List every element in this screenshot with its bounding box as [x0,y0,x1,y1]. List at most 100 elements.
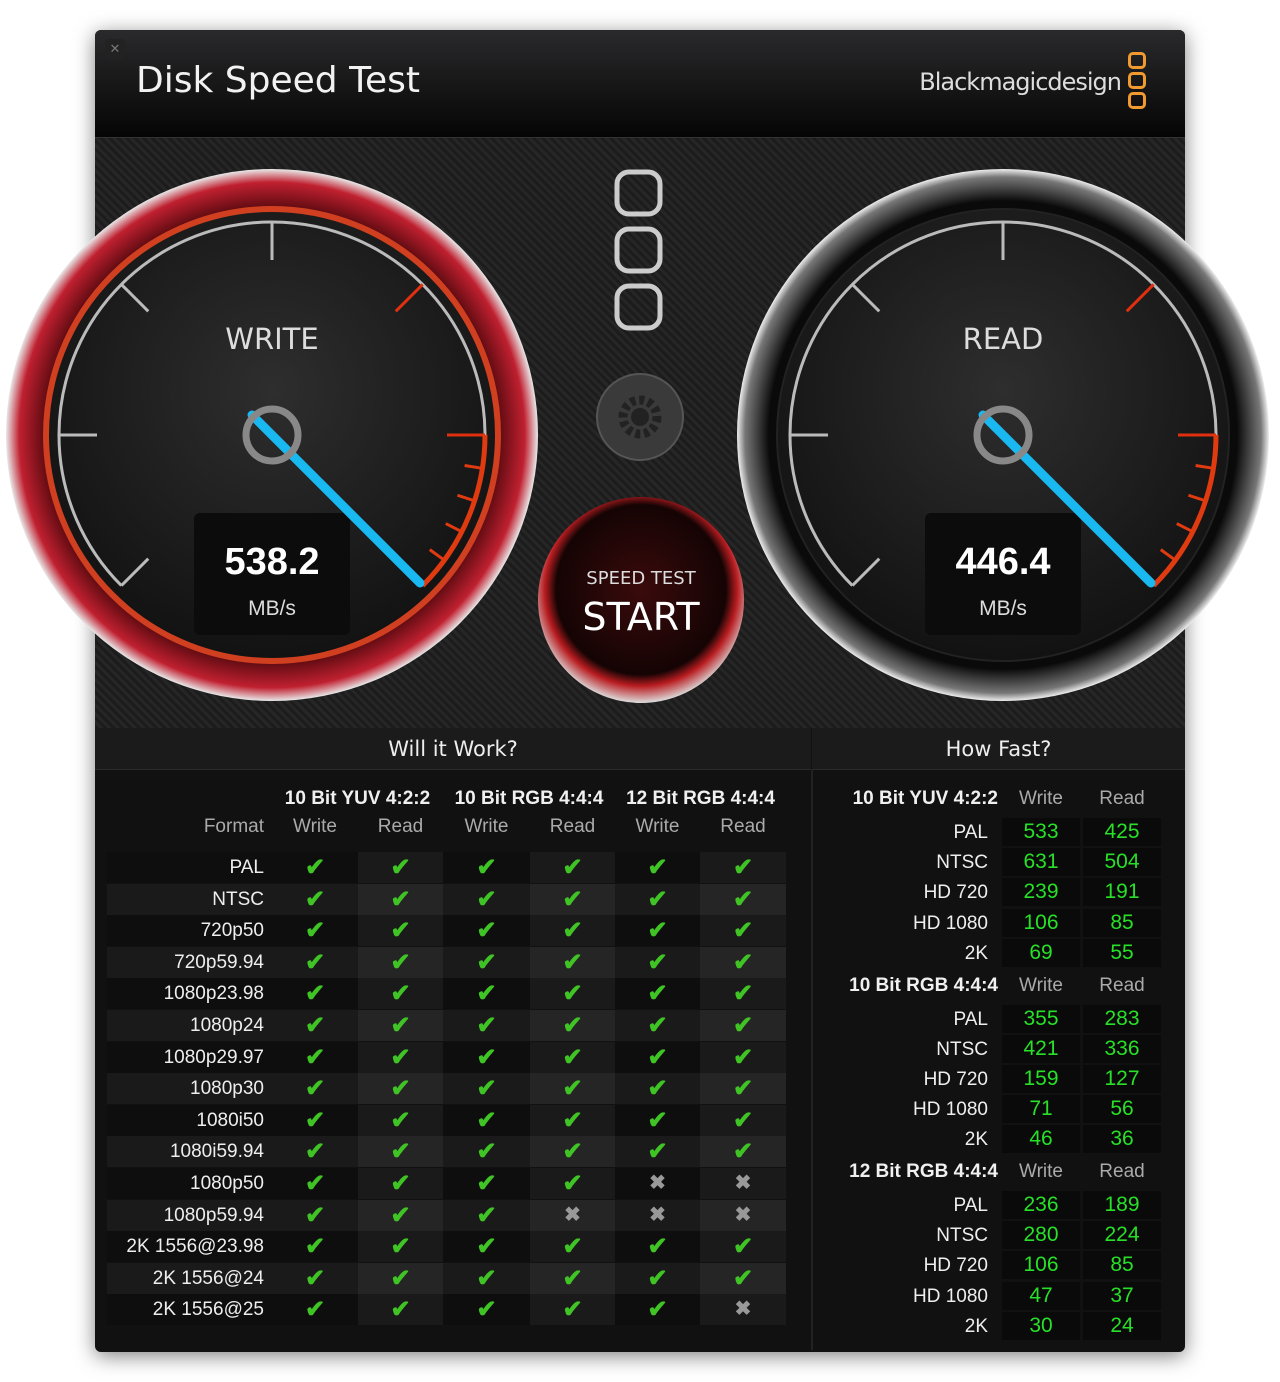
checkmark-icon: ✔ [530,1231,615,1263]
checkmark-icon: ✔ [647,1043,668,1071]
read-fps-value: 36 [1083,1125,1161,1154]
checkmark-icon: ✔ [476,854,497,881]
checkmark-icon: ✔ [476,1170,497,1197]
checkmark-icon: ✔ [647,980,668,1008]
checkmark-icon: ✔ [476,1106,497,1134]
checkmark-icon: ✔ [358,1199,443,1231]
checkmark-icon: ✔ [647,917,668,945]
checkmark-icon: ✔ [304,1201,326,1229]
read-column-header: Read [1099,788,1145,809]
read-fps-value: 425 [1083,818,1161,846]
resolution-label: HD 1080 [913,1285,988,1307]
read-fps-value: 24 [1083,1311,1161,1340]
subcol-header: Write [464,816,509,837]
write-fps-value: 106 [1002,908,1080,937]
read-fps-value: 85 [1083,1251,1161,1280]
checkmark-icon: ✔ [358,1136,443,1168]
checkmark-icon: ✔ [530,1136,615,1168]
checkmark-icon: ✔ [530,1041,615,1073]
read-fps-value: 283 [1083,1004,1161,1033]
format-label: 1080p29.97 [163,1046,264,1068]
format-label: 1080p24 [190,1015,264,1036]
resolution-label: PAL [953,1008,988,1030]
read-column-header: Read [1099,1161,1145,1182]
checkmark-icon: ✔ [647,1233,668,1261]
format-label: 1080i59.94 [169,1141,264,1163]
write-fps-value: 46 [1002,1125,1080,1154]
checkmark-icon: ✔ [647,1264,668,1292]
checkmark-icon: ✔ [304,1233,326,1261]
logo-square [614,283,663,331]
group-header: 10 Bit RGB 4:4:4 [454,788,604,809]
checkmark-icon: ✔ [700,1073,786,1105]
checkmark-icon: ✔ [304,948,326,976]
checkmark-icon: ✔ [358,1041,443,1073]
checkmark-icon: ✔ [304,1264,326,1292]
write-column-header: Write [1019,1161,1063,1182]
checkmark-icon: ✔ [700,915,786,947]
read-fps-value: 55 [1083,938,1161,967]
checkmark-icon: ✔ [530,1010,615,1041]
start-button-label[interactable]: START [560,595,722,639]
checkmark-icon: ✔ [530,852,615,883]
checkmark-icon: ✔ [476,1043,497,1071]
checkmark-icon: ✔ [700,883,786,915]
checkmark-icon: ✔ [358,1262,443,1294]
checkmark-icon: ✔ [304,1138,326,1166]
group-header: 12 Bit RGB 4:4:4 [626,788,775,809]
write-fps-value: 631 [1002,848,1080,877]
read-fps-value: 189 [1083,1191,1161,1219]
checkmark-icon: ✔ [530,1073,615,1105]
resolution-label: HD 1080 [913,912,988,934]
format-header: Format [203,816,264,837]
read-label: READ [962,322,1044,356]
read-fps-value: 504 [1083,848,1161,877]
format-label: 1080p50 [190,1173,264,1194]
checkmark-icon: ✔ [647,1012,668,1039]
subcol-header: Write [635,816,680,837]
checkmark-icon: ✔ [647,1075,668,1103]
checkmark-icon: ✔ [476,1075,497,1103]
read-fps-value: 37 [1083,1281,1161,1310]
format-label: 1080i50 [196,1109,264,1131]
checkmark-icon: ✔ [530,1104,615,1136]
checkmark-icon: ✔ [700,946,786,978]
format-label: 1080p59.94 [163,1204,264,1226]
read-gauge [737,169,1269,701]
checkmark-icon: ✔ [304,885,326,913]
checkmark-icon: ✔ [700,1041,786,1073]
format-label: PAL [229,857,264,878]
checkmark-icon: ✔ [530,1262,615,1294]
checkmark-icon: ✔ [700,1262,786,1294]
checkmark-icon: ✔ [647,948,668,976]
checkmark-icon: ✔ [304,1296,326,1324]
checkmark-icon: ✔ [647,854,668,881]
checkmark-icon: ✔ [700,978,786,1010]
checkmark-icon: ✔ [304,1106,326,1134]
format-label: 1080p30 [190,1078,264,1100]
checkmark-icon: ✔ [476,1264,497,1292]
checkmark-icon: ✔ [358,1168,443,1199]
checkmark-icon: ✔ [476,917,497,945]
checkmark-icon: ✔ [304,1043,326,1071]
checkmark-icon: ✔ [476,1296,497,1324]
cross-icon: ✖ [530,1199,615,1231]
checkmark-icon: ✔ [700,852,786,883]
checkmark-icon: ✔ [358,915,443,947]
logo-square [614,169,663,217]
checkmark-icon: ✔ [358,1104,443,1136]
checkmark-icon: ✔ [358,978,443,1010]
checkmark-icon: ✔ [476,1233,497,1261]
start-button-caption[interactable]: SPEED TEST [560,568,722,589]
resolution-label: 2K [964,1129,988,1151]
read-speed-unit: MB/s [979,597,1027,620]
format-label: 2K 1556@25 [152,1299,264,1321]
resolution-label: HD 1080 [913,1099,988,1121]
checkmark-icon: ✔ [476,885,497,913]
read-fps-value: 224 [1083,1221,1161,1250]
cross-icon: ✖ [700,1168,786,1199]
checkmark-icon: ✔ [647,1106,668,1134]
write-fps-value: 30 [1002,1311,1080,1340]
checkmark-icon: ✔ [358,1231,443,1263]
write-label: WRITE [225,322,319,356]
